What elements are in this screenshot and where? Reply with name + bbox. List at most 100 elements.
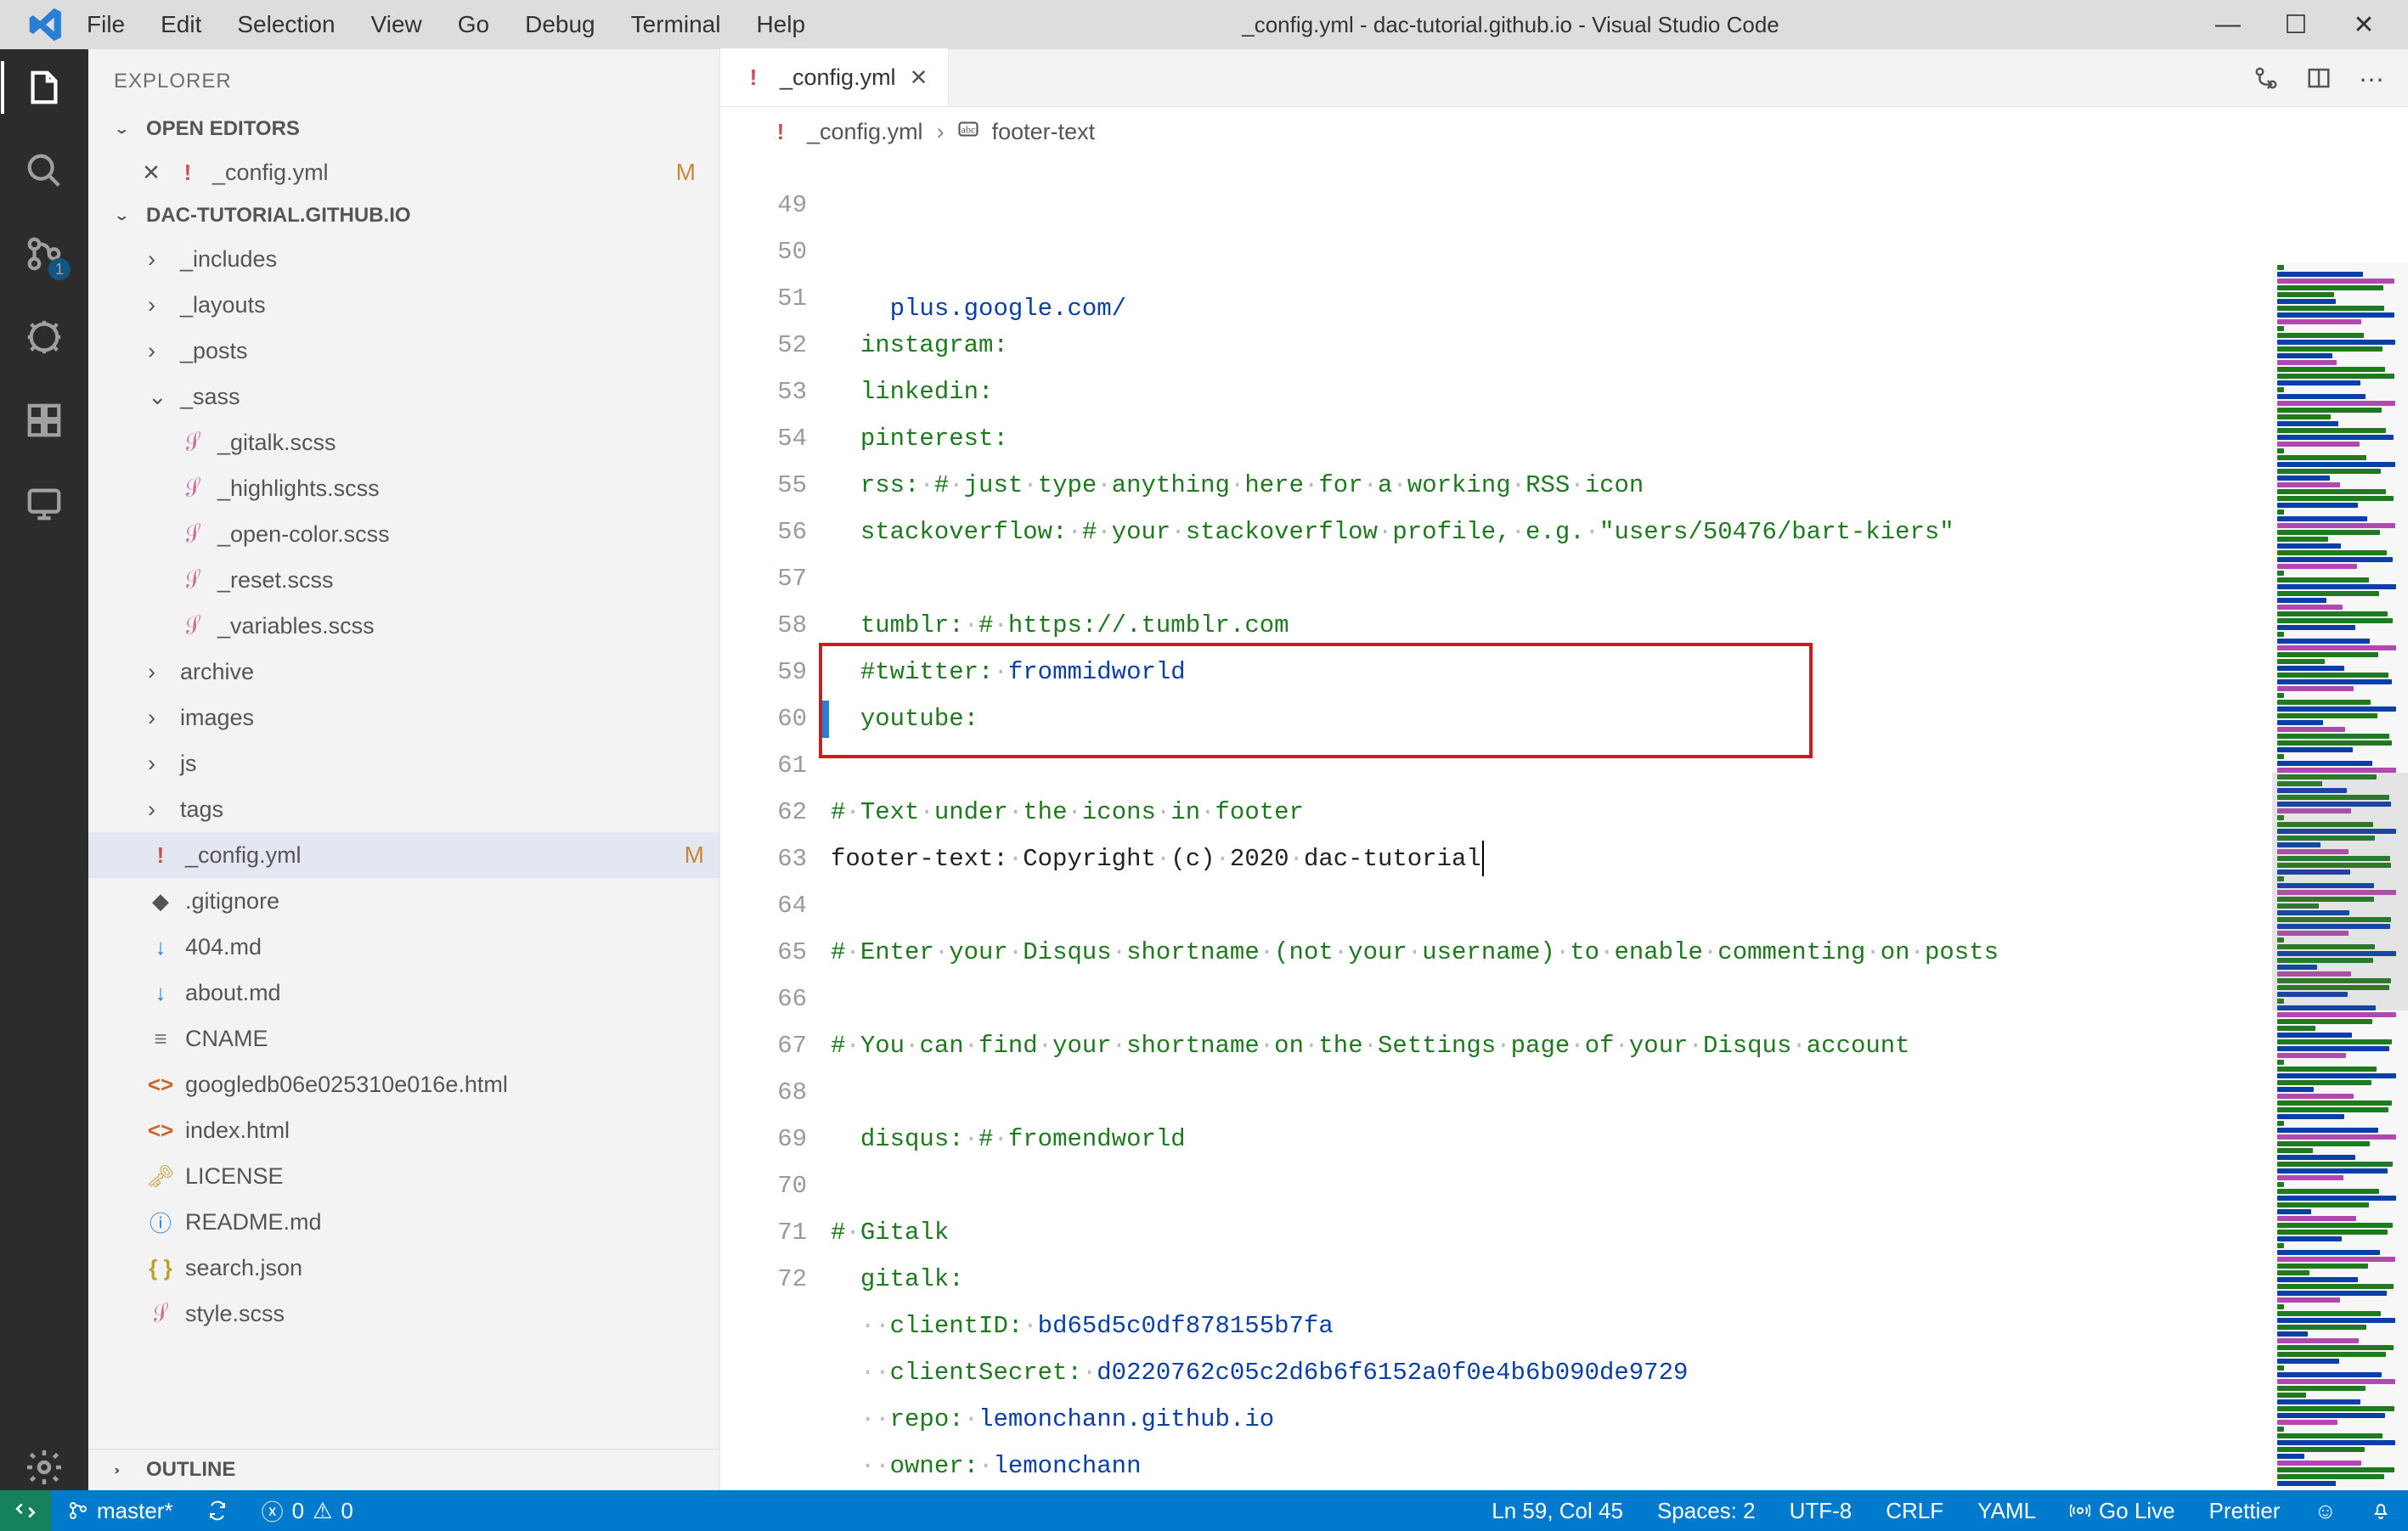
vscode-logo-icon [27, 6, 65, 43]
string-symbol-icon: abc [958, 119, 978, 145]
menu-file[interactable]: File [82, 8, 130, 42]
chevron-icon: › [148, 338, 168, 364]
breadcrumb-symbol[interactable]: footer-text [992, 119, 1096, 145]
activity-extensions[interactable] [21, 397, 67, 443]
file-row[interactable]: !_config.ymlM [88, 832, 719, 878]
svg-text:abc: abc [961, 123, 975, 135]
minimap-viewport[interactable] [2272, 773, 2408, 1010]
language-status[interactable]: YAML [1960, 1498, 2053, 1524]
maximize-button[interactable]: ☐ [2279, 10, 2313, 40]
breadcrumb-separator-icon: › [937, 119, 945, 145]
folder-row[interactable]: ›archive [88, 649, 719, 695]
folder-row[interactable]: ›_includes [88, 236, 719, 282]
activity-explorer[interactable] [21, 65, 67, 110]
tab-close-button[interactable]: ✕ [910, 65, 928, 91]
activity-debug[interactable] [21, 314, 67, 360]
title-bar: File Edit Selection View Go Debug Terminal Help… [0, 0, 2408, 49]
folder-row[interactable]: ›_posts [88, 328, 719, 374]
close-window-button[interactable]: ✕ [2347, 10, 2381, 40]
menu-help[interactable]: Help [751, 8, 810, 42]
file-row[interactable]: 𝒮_reset.scss [88, 557, 719, 603]
tab-bar: ! _config.yml ✕ ⋯ [720, 49, 2408, 107]
project-header[interactable]: ⌄ DAC-TUTORIAL.GITHUB.IO [88, 195, 719, 236]
file-row[interactable]: ≡CNAME [88, 1016, 719, 1061]
encoding-status[interactable]: UTF-8 [1773, 1498, 1869, 1524]
outline-header[interactable]: › OUTLINE [88, 1449, 719, 1490]
menu-terminal[interactable]: Terminal [626, 8, 726, 42]
yaml-file-icon: ! [175, 160, 200, 185]
activity-search[interactable] [21, 148, 67, 194]
activity-settings[interactable] [21, 1444, 67, 1490]
txt-file-icon: ≡ [148, 1026, 173, 1051]
status-bar: master* ⓧ0 ⚠0 Ln 59, Col 45 Spaces: 2 UT… [0, 1490, 2408, 1531]
tree-label: search.json [185, 1255, 302, 1281]
menu-view[interactable]: View [366, 8, 427, 42]
file-row[interactable]: ↓404.md [88, 924, 719, 970]
compare-changes-icon[interactable] [2253, 65, 2279, 98]
html-file-icon: <> [148, 1117, 173, 1143]
more-actions-icon[interactable]: ⋯ [2359, 65, 2384, 98]
git-branch-status[interactable]: master* [51, 1498, 190, 1524]
cursor-position-status[interactable]: Ln 59, Col 45 [1475, 1498, 1640, 1524]
file-row[interactable]: 𝒮 _variables.scss [88, 603, 719, 649]
file-row[interactable]: <>googledb06e025310e016e.html [88, 1061, 719, 1107]
tree-label: _config.yml [185, 842, 302, 869]
folder-row[interactable]: ›images [88, 695, 719, 740]
file-row[interactable]: 𝒮_gitalk.scss [88, 419, 719, 465]
file-row[interactable]: ↓about.md [88, 970, 719, 1016]
go-live-status[interactable]: Go Live [2053, 1498, 2192, 1524]
tree-label: tags [180, 796, 223, 823]
editor-group: ! _config.yml ✕ ⋯ ! _config.yml › abc fo [720, 49, 2408, 1490]
menu-go[interactable]: Go [453, 8, 494, 42]
code-editor[interactable]: 4950515253545556575859606162636465666768… [720, 156, 2408, 1490]
scss-file-icon: 𝒮 [144, 1297, 177, 1330]
file-tree: ›_includes›_layouts›_posts⌄_sass𝒮_gitalk… [88, 236, 719, 1449]
split-editor-icon[interactable] [2306, 65, 2332, 98]
file-row[interactable]: 🗝LICENSE [88, 1153, 719, 1199]
scss-file-icon: 𝒮 [177, 426, 209, 459]
activity-source-control[interactable]: 1 [21, 231, 67, 277]
menu-edit[interactable]: Edit [155, 8, 206, 42]
file-row[interactable]: { } search.json [88, 1245, 719, 1291]
tab-config-yml[interactable]: ! _config.yml ✕ [720, 48, 949, 106]
breadcrumb[interactable]: ! _config.yml › abc footer-text [720, 107, 2408, 156]
scss-file-icon: 𝒮 [177, 472, 209, 504]
menu-debug[interactable]: Debug [520, 8, 601, 42]
tree-label: 404.md [185, 934, 262, 960]
indentation-status[interactable]: Spaces: 2 [1640, 1498, 1773, 1524]
info-file-icon: ⓘ [148, 1209, 173, 1235]
activity-remote-explorer[interactable] [21, 481, 67, 526]
close-icon[interactable]: ✕ [139, 160, 163, 186]
open-editor-item[interactable]: ✕ ! _config.yml M [88, 149, 719, 195]
git-sync-status[interactable] [190, 1500, 245, 1521]
prettier-status[interactable]: Prettier [2192, 1498, 2298, 1524]
folder-row[interactable]: ›js [88, 740, 719, 786]
file-row[interactable]: 𝒮_open-color.scss [88, 511, 719, 557]
minimize-button[interactable]: — [2211, 10, 2245, 40]
tree-label: _variables.scss [217, 613, 375, 639]
remote-indicator[interactable] [0, 1490, 51, 1531]
file-row[interactable]: 𝒮style.scss [88, 1291, 719, 1337]
file-row[interactable]: <>index.html [88, 1107, 719, 1153]
file-row[interactable]: 𝒮 _highlights.scss [88, 465, 719, 511]
file-row[interactable]: ⓘREADME.md [88, 1199, 719, 1245]
open-editors-header[interactable]: ⌄ OPEN EDITORS [88, 109, 719, 149]
breadcrumb-file[interactable]: _config.yml [807, 119, 923, 145]
scss-file-icon: 𝒮 [177, 610, 209, 642]
notifications-status[interactable] [2354, 1500, 2408, 1521]
folder-row[interactable]: ⌄_sass [88, 374, 719, 419]
folder-row[interactable]: ›_layouts [88, 282, 719, 328]
folder-row[interactable]: ›tags [88, 786, 719, 832]
menu-selection[interactable]: Selection [232, 8, 340, 42]
tree-label: _highlights.scss [217, 476, 380, 502]
chevron-icon: › [148, 659, 168, 685]
code-text-area[interactable]: plus.google.com/ instagram: linkedin: pi… [831, 156, 2408, 1490]
json-file-icon: { } [148, 1255, 173, 1281]
feedback-status[interactable]: ☺ [2297, 1498, 2354, 1524]
file-row[interactable]: ◆.gitignore [88, 878, 719, 924]
chevron-icon: ⌄ [148, 384, 168, 410]
problems-status[interactable]: ⓧ0 ⚠0 [245, 1495, 370, 1527]
minimap[interactable] [2272, 263, 2408, 1490]
eol-status[interactable]: CRLF [1869, 1498, 1960, 1524]
modified-indicator: M [676, 159, 704, 186]
